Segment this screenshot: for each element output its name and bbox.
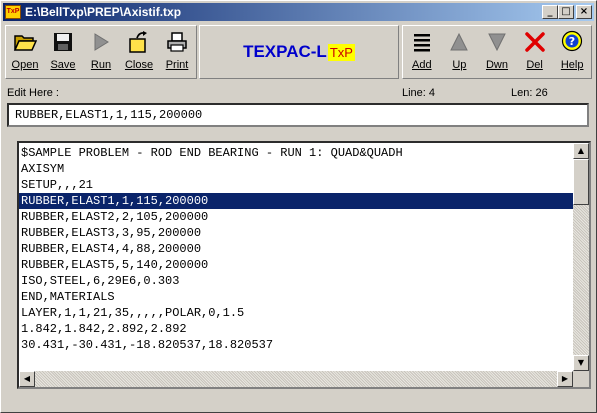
scroll-up-arrow-icon[interactable]: ▲ xyxy=(573,143,589,159)
help-question-icon: ? xyxy=(559,29,585,55)
list-item[interactable]: 30.431,-30.431,-18.820537,18.820537 xyxy=(19,337,573,353)
line-tools-group: Add Up Dwn Del ? Help xyxy=(402,25,592,79)
save-button[interactable]: Save xyxy=(44,26,82,78)
app-window: TxP E:\BellTxp\PREP\Axistif.txp _ □ × Op… xyxy=(0,0,597,413)
edit-here-label: Edit Here : xyxy=(7,87,59,99)
list-item[interactable]: 1.842,1.842,2.892,2.892 xyxy=(19,321,573,337)
print-button[interactable]: Print xyxy=(158,26,196,78)
close-file-icon xyxy=(126,29,152,55)
printer-icon xyxy=(164,29,190,55)
svg-text:?: ? xyxy=(569,35,575,48)
maximize-button[interactable]: □ xyxy=(558,5,574,19)
move-down-button[interactable]: Dwn xyxy=(478,26,516,78)
listbox-rows: $SAMPLE PROBLEM - ROD END BEARING - RUN … xyxy=(19,145,573,353)
save-label: Save xyxy=(50,59,76,71)
brand-panel: TEXPAC-L TxP xyxy=(199,25,399,79)
del-label: Del xyxy=(526,59,543,71)
list-item[interactable]: RUBBER,ELAST4,4,88,200000 xyxy=(19,241,573,257)
vertical-scroll-thumb[interactable] xyxy=(573,159,589,205)
move-up-button[interactable]: Up xyxy=(441,26,479,78)
scroll-down-arrow-icon[interactable]: ▼ xyxy=(573,355,589,371)
list-item[interactable]: LAYER,1,1,21,35,,,,,POLAR,0,1.5 xyxy=(19,305,573,321)
line-number-indicator: Line: 4 xyxy=(402,87,436,99)
add-label: Add xyxy=(412,59,432,71)
list-item[interactable]: RUBBER,ELAST3,3,95,200000 xyxy=(19,225,573,241)
open-button[interactable]: Open xyxy=(6,26,44,78)
list-item[interactable]: RUBBER,ELAST1,1,115,200000 xyxy=(19,193,573,209)
scroll-right-arrow-icon[interactable]: ▶ xyxy=(557,371,573,387)
list-item[interactable]: $SAMPLE PROBLEM - ROD END BEARING - RUN … xyxy=(19,145,573,161)
close-label: Close xyxy=(124,59,154,71)
help-label: Help xyxy=(560,59,584,71)
list-item[interactable]: RUBBER,ELAST2,2,105,200000 xyxy=(19,209,573,225)
delete-x-icon xyxy=(522,29,548,55)
scroll-left-arrow-icon[interactable]: ◀ xyxy=(19,371,35,387)
app-icon[interactable]: TxP xyxy=(5,5,21,19)
up-label: Up xyxy=(452,59,467,71)
list-item[interactable]: RUBBER,ELAST5,5,140,200000 xyxy=(19,257,573,273)
brand-name: TEXPAC-L xyxy=(243,42,327,61)
vertical-scrollbar[interactable]: ▲ ▼ xyxy=(573,143,589,371)
arrow-down-icon xyxy=(484,29,510,55)
run-label: Run xyxy=(90,59,112,71)
toolbar: Open Save Run Close Print TEXPAC-L TxP A… xyxy=(3,23,594,81)
line-length-indicator: Len: 26 xyxy=(511,87,548,99)
edit-line-input[interactable] xyxy=(7,103,589,127)
close-window-button[interactable]: × xyxy=(576,5,592,19)
arrow-up-icon xyxy=(446,29,472,55)
title-bar[interactable]: TxP E:\BellTxp\PREP\Axistif.txp _ □ × xyxy=(3,3,594,21)
open-label: Open xyxy=(11,59,39,71)
brand-badge: TxP xyxy=(327,43,355,61)
down-label: Dwn xyxy=(485,59,508,71)
delete-line-button[interactable]: Del xyxy=(516,26,554,78)
add-lines-icon xyxy=(409,29,435,55)
file-tools-group: Open Save Run Close Print xyxy=(5,25,197,79)
horizontal-scrollbar[interactable]: ◀ ▶ xyxy=(19,371,573,387)
folder-open-icon xyxy=(12,29,38,55)
run-button[interactable]: Run xyxy=(82,26,120,78)
window-title: E:\BellTxp\PREP\Axistif.txp xyxy=(25,5,182,19)
play-icon xyxy=(88,29,114,55)
list-item[interactable]: ISO,STEEL,6,29E6,0.303 xyxy=(19,273,573,289)
list-item[interactable]: SETUP,,,21 xyxy=(19,177,573,193)
floppy-disk-icon xyxy=(50,29,76,55)
file-lines-listbox[interactable]: $SAMPLE PROBLEM - ROD END BEARING - RUN … xyxy=(17,141,591,389)
close-file-button[interactable]: Close xyxy=(120,26,158,78)
add-line-button[interactable]: Add xyxy=(403,26,441,78)
minimize-button[interactable]: _ xyxy=(542,5,558,19)
print-label: Print xyxy=(165,59,189,71)
list-item[interactable]: END,MATERIALS xyxy=(19,289,573,305)
list-item[interactable]: AXISYM xyxy=(19,161,573,177)
window-controls: _ □ × xyxy=(542,5,592,19)
scrollbar-corner xyxy=(573,371,589,387)
help-button[interactable]: ? Help xyxy=(553,26,591,78)
